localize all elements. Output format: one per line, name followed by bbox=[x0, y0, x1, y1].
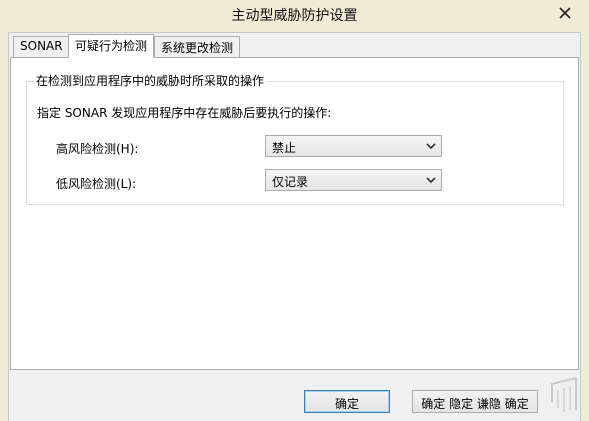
cancel-button[interactable]: 确定 隐定 谦隐 确定 bbox=[412, 390, 538, 413]
chevron-down-icon bbox=[426, 143, 436, 150]
low-risk-label: 低风险检测(L): bbox=[56, 177, 137, 191]
group-title: 在检测到应用程序中的威胁时所采取的操作 bbox=[34, 72, 267, 89]
description-text: 指定 SONAR 发现应用程序中存在威胁后要执行的操作: bbox=[37, 106, 332, 120]
tab-label: 系统更改检测 bbox=[161, 41, 234, 55]
close-button[interactable] bbox=[551, 2, 579, 24]
settings-window: 主动型威胁防护设置 SONAR 可疑行为检测 系统更改检测 在检测到应用程序中的… bbox=[0, 0, 589, 421]
ok-button-label: 确定 bbox=[334, 397, 359, 411]
selected-value: 仅记录 bbox=[272, 175, 309, 189]
tab-suspicious-behavior[interactable]: 可疑行为检测 bbox=[68, 34, 155, 58]
ok-button[interactable]: 确定 bbox=[304, 390, 390, 413]
tab-label: 可疑行为检测 bbox=[75, 39, 148, 53]
cancel-button-label: 确定 隐定 谦隐 确定 bbox=[421, 397, 529, 411]
window-title: 主动型威胁防护设置 bbox=[231, 8, 358, 24]
low-risk-select[interactable]: 仅记录 bbox=[265, 169, 442, 191]
tab-sonar[interactable]: SONAR bbox=[13, 36, 70, 58]
tab-label: SONAR bbox=[20, 39, 63, 53]
chevron-down-icon bbox=[426, 177, 436, 184]
high-risk-select[interactable]: 禁止 bbox=[265, 135, 442, 157]
tab-system-change[interactable]: 系统更改检测 bbox=[154, 36, 241, 58]
close-icon bbox=[559, 7, 571, 19]
selected-value: 禁止 bbox=[272, 141, 297, 155]
watermark-logo-icon bbox=[551, 376, 577, 412]
high-risk-label: 高风险检测(H): bbox=[56, 142, 139, 156]
title-bar[interactable]: 主动型威胁防护设置 bbox=[0, 0, 589, 28]
